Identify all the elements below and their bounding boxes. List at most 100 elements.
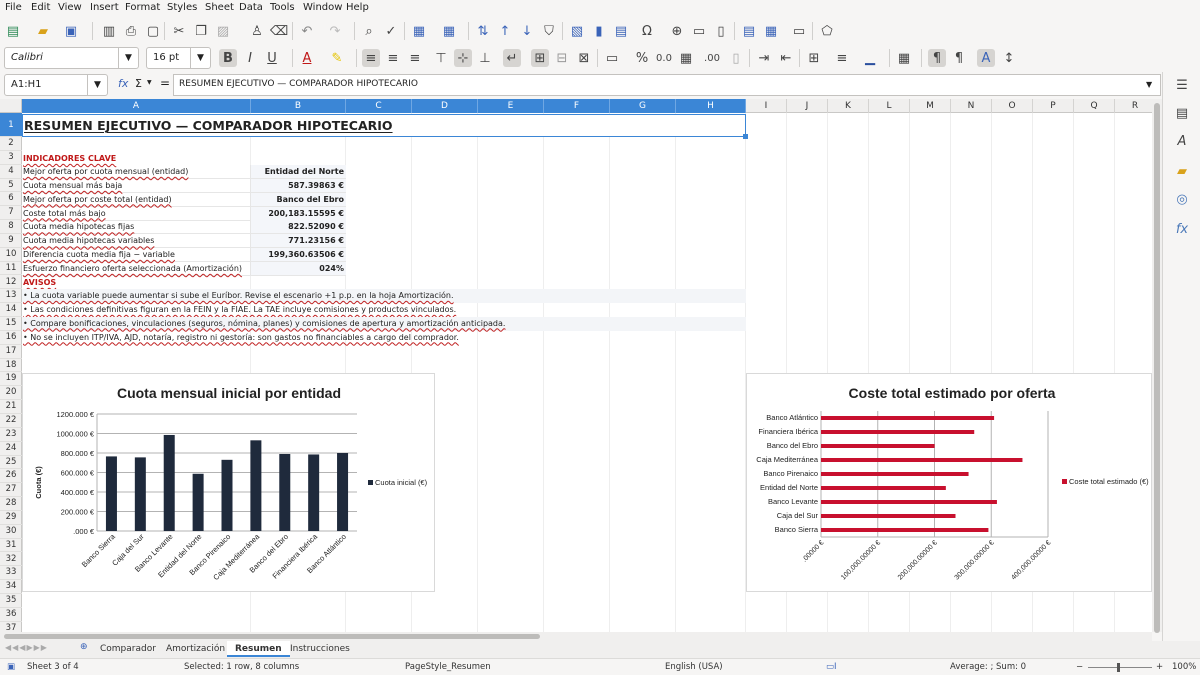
increase-indent-icon[interactable]: ⇥	[755, 49, 773, 67]
currency-format-icon[interactable]: ▭	[603, 49, 621, 67]
tab-resumen[interactable]: Resumen	[227, 641, 290, 657]
border-color-icon[interactable]: ▁	[861, 49, 879, 67]
spellcheck-icon[interactable]: ✓	[382, 22, 400, 40]
tab-amortizacion[interactable]: Amortización	[158, 641, 233, 657]
aviso-item[interactable]: • No se incluyen ITP/IVA, AJD, notaría, …	[22, 331, 746, 345]
number-format-icon[interactable]: 0.0	[655, 49, 673, 67]
zoom-slider[interactable]	[1088, 667, 1152, 668]
kpi-value[interactable]: 024%	[251, 261, 346, 276]
add-decimal-icon[interactable]: .00	[703, 49, 721, 67]
font-color-icon[interactable]: A	[298, 49, 316, 67]
menu-window[interactable]: Window	[303, 2, 342, 13]
chevron-down-icon[interactable]: ▼	[118, 48, 138, 68]
row-header-15[interactable]: 15	[0, 317, 22, 331]
merge-center-icon[interactable]: ⊞	[531, 49, 549, 67]
copy-icon[interactable]: ❐	[192, 22, 210, 40]
sum-status[interactable]: Average: ; Sum: 0	[950, 662, 1026, 672]
headers-footers-icon[interactable]: ▯	[712, 22, 730, 40]
formula-input[interactable]: RESUMEN EJECUTIVO — COMPARADOR HIPOTECAR…	[173, 74, 1161, 96]
row-icon[interactable]: ▦	[410, 22, 428, 40]
row-header-21[interactable]: 21	[0, 400, 22, 414]
text-vertical-icon[interactable]: ↕	[1000, 49, 1018, 67]
save-icon[interactable]: ▣	[62, 22, 80, 40]
row-header-36[interactable]: 36	[0, 608, 22, 622]
text-horizontal-icon[interactable]: A	[977, 49, 995, 67]
document-modified-icon[interactable]: ▣	[7, 662, 15, 672]
row-header-31[interactable]: 31	[0, 539, 22, 553]
zoom-level[interactable]: 100%	[1172, 662, 1196, 672]
hyperlink-icon[interactable]: ⊕	[668, 22, 686, 40]
export-pdf-icon[interactable]: ▥	[100, 22, 118, 40]
insert-chart-icon[interactable]: ▮	[590, 22, 608, 40]
insert-image-icon[interactable]: ▧	[568, 22, 586, 40]
column-header-g[interactable]: G	[610, 99, 676, 113]
menu-tools[interactable]: Tools	[270, 2, 295, 13]
percent-format-icon[interactable]: %	[633, 49, 651, 67]
row-header-7[interactable]: 7	[0, 206, 22, 221]
menu-styles[interactable]: Styles	[167, 2, 197, 13]
undo-icon[interactable]: ↶	[298, 22, 316, 40]
formula-equals-icon[interactable]: =	[160, 76, 170, 90]
open-folder-icon[interactable]: ▰	[34, 22, 52, 40]
column-header-k[interactable]: K	[828, 99, 869, 113]
sum-icon[interactable]: Σ	[135, 77, 142, 90]
column-header-p[interactable]: P	[1033, 99, 1074, 113]
merge-cells-icon[interactable]: ⊟	[553, 49, 571, 67]
chevron-down-icon[interactable]: ▼	[190, 48, 210, 68]
menu-view[interactable]: View	[58, 2, 82, 13]
aviso-item[interactable]: • Las condiciones definitivas figuran en…	[22, 303, 746, 317]
row-header-34[interactable]: 34	[0, 580, 22, 595]
column-icon[interactable]: ▦	[440, 22, 458, 40]
row-header-18[interactable]: 18	[0, 359, 22, 373]
row-header-11[interactable]: 11	[0, 262, 22, 276]
language-status[interactable]: English (USA)	[665, 662, 723, 672]
pivot-table-icon[interactable]: ▤	[612, 22, 630, 40]
navigator-icon[interactable]: ◎	[1173, 192, 1191, 210]
row-header-3[interactable]: 3	[0, 151, 22, 165]
row-header-1[interactable]: 1	[0, 113, 22, 137]
column-header-j[interactable]: J	[787, 99, 828, 113]
kpi-label[interactable]: Esfuerzo financiero oferta seleccionada …	[22, 261, 251, 276]
row-header-20[interactable]: 20	[0, 386, 22, 401]
column-header-n[interactable]: N	[951, 99, 992, 113]
column-header-o[interactable]: O	[992, 99, 1033, 113]
menu-insert[interactable]: Insert	[90, 2, 119, 13]
center-vertically-icon[interactable]: ⊹	[454, 49, 472, 67]
page-style[interactable]: PageStyle_Resumen	[405, 662, 491, 672]
borders-icon[interactable]: ⊞	[805, 49, 823, 67]
kpi-value[interactable]: 200,183.15595 €	[251, 206, 346, 221]
row-header-17[interactable]: 17	[0, 345, 22, 359]
clear-formatting-icon[interactable]: ⌫	[270, 22, 288, 40]
spreadsheet-grid[interactable]: ABCDEFGHIJKLMNOPQR 1 2 3 4 5 6 7 8 9 10 11 12 13 14 15…	[0, 99, 1152, 632]
column-header-q[interactable]: Q	[1074, 99, 1115, 113]
row-header-32[interactable]: 32	[0, 553, 22, 567]
aviso-item[interactable]: • La cuota variable puede aumentar si su…	[22, 289, 746, 303]
row-header-33[interactable]: 33	[0, 566, 22, 581]
row-header-27[interactable]: 27	[0, 483, 22, 498]
menu-data[interactable]: Data	[239, 2, 263, 13]
kpi-value[interactable]: 771.23156 €	[251, 234, 346, 249]
row-header-25[interactable]: 25	[0, 456, 22, 470]
select-all-corner[interactable]	[0, 99, 22, 113]
align-center-icon[interactable]: ≡	[384, 49, 402, 67]
sort-icon[interactable]: ⇅	[474, 22, 492, 40]
row-header-29[interactable]: 29	[0, 511, 22, 525]
redo-icon[interactable]: ↷	[326, 22, 344, 40]
column-header-e[interactable]: E	[478, 99, 544, 113]
comment-icon[interactable]: ▭	[690, 22, 708, 40]
kpi-label[interactable]: Cuota media hipotecas variables	[22, 234, 251, 249]
kpi-label[interactable]: Mejor oferta por cuota mensual (entidad)	[22, 165, 251, 179]
column-header-b[interactable]: B	[251, 99, 346, 113]
align-bottom-icon[interactable]: ⊥	[476, 49, 494, 67]
row-header-6[interactable]: 6	[0, 192, 22, 207]
conditional-format-icon[interactable]: ▦	[895, 49, 913, 67]
row-header-28[interactable]: 28	[0, 497, 22, 511]
styles-icon[interactable]: A	[1173, 134, 1191, 152]
clone-formatting-icon[interactable]: ♙	[248, 22, 266, 40]
row-header-16[interactable]: 16	[0, 331, 22, 345]
bold-icon[interactable]: B	[219, 49, 237, 67]
kpi-value[interactable]: Entidad del Norte	[251, 165, 346, 179]
row-header-13[interactable]: 13	[0, 289, 22, 304]
chart-coste-total[interactable]: Coste total estimado por oferta .00000 € 1…	[746, 373, 1152, 592]
horizontal-scrollbar[interactable]	[0, 632, 1152, 641]
